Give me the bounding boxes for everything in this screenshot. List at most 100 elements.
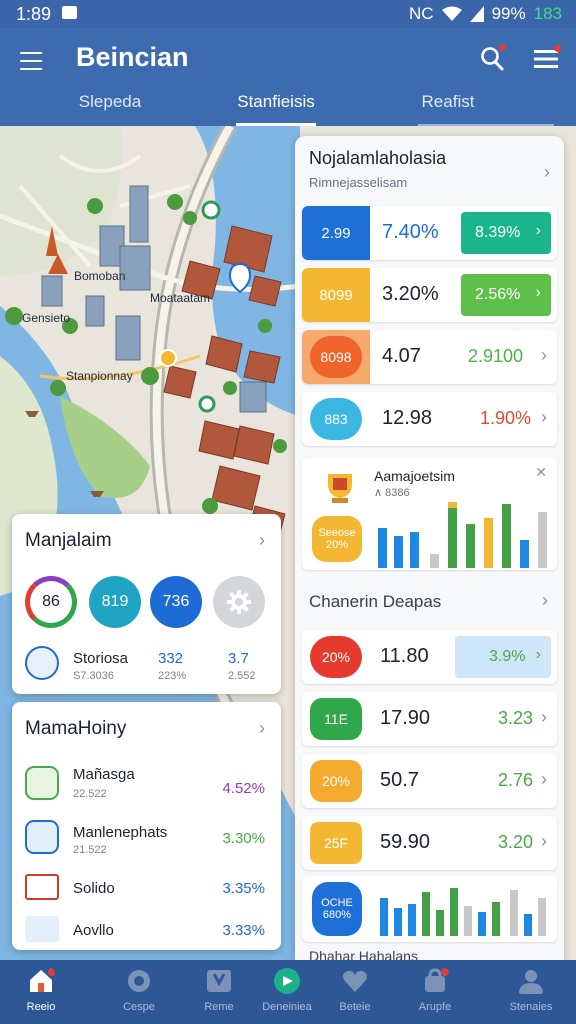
chevron-right-icon: ›	[541, 769, 547, 789]
map-label-moataatam: Moataatam	[150, 291, 210, 305]
map-label-stanpionnay: Stanpionnay	[66, 369, 133, 383]
signal-icon	[469, 6, 484, 22]
card-icon	[25, 874, 59, 900]
nav-item-profile[interactable]: Stenaies	[490, 960, 572, 1024]
stat-row[interactable]: 11E 17.90 3.23 ›	[302, 692, 557, 746]
stat-row-value: 50.7	[380, 769, 419, 791]
list-item-sub: 21.522	[73, 844, 107, 856]
stat-row-pill: 20%	[310, 636, 362, 678]
gear-icon[interactable]	[213, 576, 265, 628]
chevron-right-icon: ›	[541, 707, 547, 727]
chart-card-title: Aamajoetsim	[374, 468, 455, 484]
stat-row[interactable]: 20% 11.80 3.9% ›	[302, 630, 557, 684]
stat-row[interactable]: 883 12.98 1.90% ›	[302, 392, 557, 446]
map-label-bomoban: Bomoban	[74, 269, 125, 283]
tab-stanfieisis[interactable]: Stanfieisis	[236, 88, 316, 126]
chevron-right-icon[interactable]: ›	[542, 590, 548, 611]
stat-row-value: 4.07	[382, 345, 421, 367]
stat-row-change: 2.56% ›	[461, 274, 551, 316]
list-badge	[554, 45, 561, 52]
stat-row-change-value: 8.39%	[475, 224, 521, 241]
chart-card-badge: Seeose 20%	[312, 516, 362, 562]
nav-item-home[interactable]: Reeio	[0, 960, 82, 1024]
list-card-title: MamaHoiny	[25, 718, 127, 739]
summary-col1-value: 332	[158, 650, 184, 667]
list-item-value: 3.33%	[222, 922, 265, 939]
nav-label: Stenaies	[509, 1001, 553, 1013]
nav-item-2[interactable]: Cespe	[98, 960, 180, 1024]
list-item-value: 3.30%	[222, 830, 265, 847]
close-icon[interactable]: ✕	[535, 464, 547, 481]
stat-row-pill: 8098	[310, 336, 362, 378]
list-item-label: Aovllo	[73, 922, 114, 939]
chevron-right-icon: ›	[259, 530, 265, 550]
wallet-icon	[25, 766, 59, 800]
nav-label: Beteie	[339, 1001, 371, 1013]
status-time: 1:89	[16, 4, 52, 24]
stat-row-value: 17.90	[380, 707, 431, 729]
chat-icon	[25, 820, 59, 854]
bar-chart-card-2[interactable]: OCHE 680%	[302, 876, 557, 942]
chevron-right-icon: ›	[259, 718, 265, 738]
mini-bar-chart-2	[380, 888, 546, 936]
stat-row[interactable]: 8098 4.07 2.9100 ›	[302, 330, 557, 384]
bottom-nav: Reeio Cespe Reme Deneiniea Beteie Arupfe…	[0, 960, 576, 1024]
summary-card[interactable]: Manjalaim › 86 819 736 Storiosa S7.3036 …	[12, 514, 281, 694]
chevron-right-icon: ›	[535, 222, 541, 239]
app-header: Beincian Slepeda Stanfieisis Reafist	[0, 28, 576, 126]
chevron-right-icon: ›	[544, 162, 550, 182]
battery-level: 183	[533, 4, 562, 23]
stat-row-pill: 20%	[310, 760, 362, 802]
stats-panel-header[interactable]: Nojalamlaholasia Rimnejasselisam ›	[309, 148, 554, 198]
trend-icon	[25, 916, 59, 942]
stat-row-pill: 8099	[302, 268, 370, 322]
nav-label: Arupfe	[418, 1001, 452, 1013]
stat-row-change-value: 2.9100	[468, 346, 524, 366]
app-title: Beincian	[76, 42, 189, 72]
stat-row-change: 3.9% ›	[455, 636, 551, 678]
nav-item-5[interactable]: Beteie	[314, 960, 396, 1024]
stat-row[interactable]: 8099 3.20% 2.56% ›	[302, 268, 557, 322]
stat-row-value: 3.20%	[382, 283, 439, 305]
trophy-icon	[328, 474, 352, 503]
nfc-icon: NC	[409, 4, 434, 23]
nav-item-6[interactable]: Arupfe	[394, 960, 476, 1024]
summary-col1-sub: 223%	[158, 670, 187, 682]
play-icon	[274, 968, 300, 994]
stat-row-change-value: 3.9%	[489, 648, 526, 665]
mini-bar-chart	[378, 502, 547, 568]
nav-label: Cespe	[123, 1001, 155, 1013]
chevron-right-icon: ›	[541, 831, 547, 851]
search-badge	[499, 44, 506, 51]
stat-row-change: 8.39% ›	[461, 212, 551, 254]
home-icon	[30, 968, 55, 992]
list-item-value: 3.35%	[222, 880, 265, 897]
list-item-label: Solido	[73, 880, 115, 897]
stat-row-pill: 11E	[310, 698, 362, 740]
list-item-value: 4.52%	[222, 780, 265, 797]
stat-row[interactable]: 20% 50.7 2.76 ›	[302, 754, 557, 808]
user-icon	[519, 970, 543, 994]
search-icon[interactable]	[480, 44, 506, 72]
stat-row[interactable]: 25F 59.90 3.20 ›	[302, 816, 557, 870]
image-notification-icon	[62, 6, 77, 19]
status-bar: 1:89 NC 99% 183	[0, 0, 576, 28]
stat-row-value: 12.98	[382, 407, 433, 429]
tab-slepeda[interactable]: Slepeda	[40, 88, 180, 126]
signal-percent: 99%	[491, 4, 526, 23]
nav-label: Reeio	[26, 1001, 56, 1013]
stats-panel-subtitle: Rimnejasselisam	[309, 175, 408, 190]
list-item-label: Manlenephats	[73, 824, 168, 841]
stat-row-change-value: 1.90%	[480, 408, 532, 428]
stat-row[interactable]: 2.99 7.40% 8.39% ›	[302, 206, 557, 260]
hamburger-menu-icon[interactable]	[20, 52, 42, 70]
heart-icon	[343, 970, 367, 992]
summary-item-sub: S7.3036	[73, 670, 114, 682]
filter-list-icon[interactable]	[534, 45, 561, 70]
list-item-sub: 22.522	[73, 788, 107, 800]
section-title-3: Dhahar Hahalans	[309, 948, 418, 960]
bar-chart-card[interactable]: Aamajoetsim ∧ 8386 ✕ Seeose 20%	[302, 458, 557, 570]
tab-reafist[interactable]: Reafist	[418, 88, 478, 126]
list-card[interactable]: MamaHoiny › Mañasga 22.522 4.52% Manlene…	[12, 702, 281, 950]
metric-ring: 736	[150, 576, 202, 628]
